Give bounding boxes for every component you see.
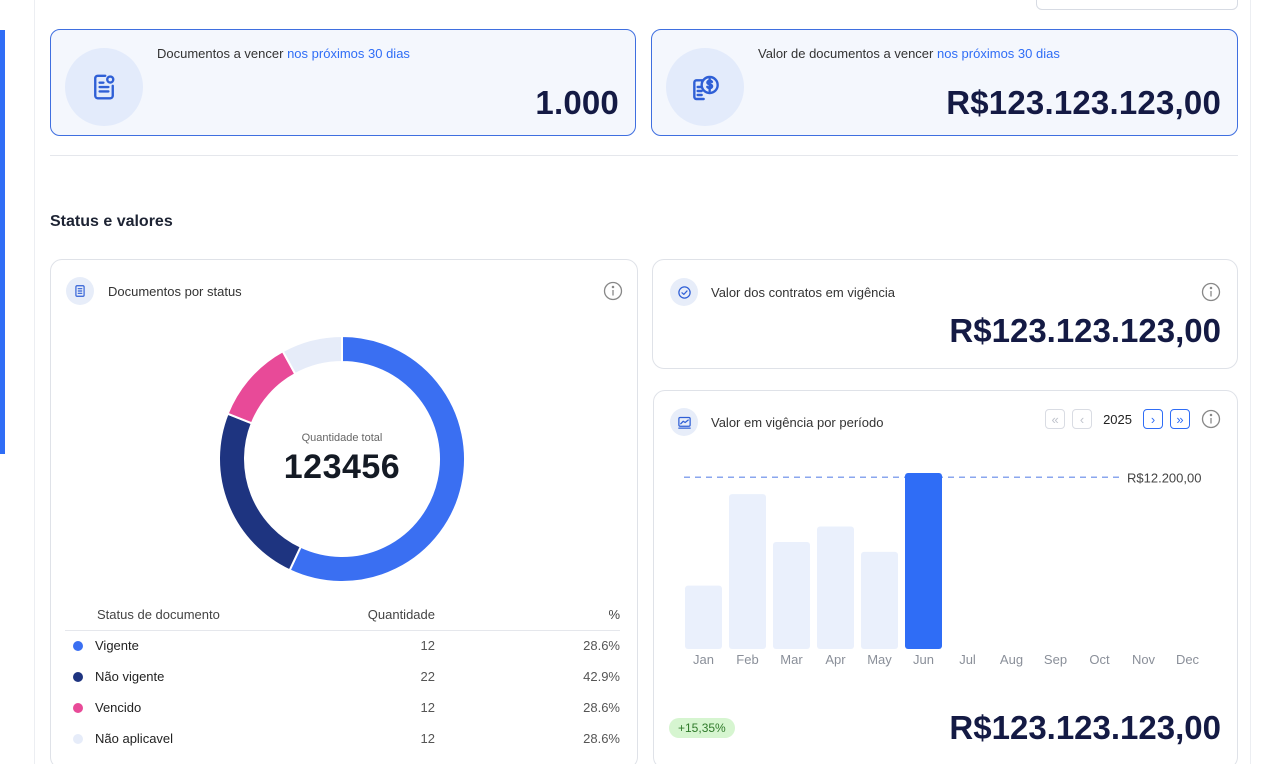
table-row: Não aplicavel 12 28.6% xyxy=(65,723,620,754)
x-tick-label: Dec xyxy=(1176,652,1200,667)
reference-line-label: R$12.200,00 xyxy=(1127,470,1201,485)
x-tick-label: Jun xyxy=(913,652,934,667)
status-label: Vigente xyxy=(95,638,139,654)
percent-cell: 42.9% xyxy=(583,669,620,684)
kpi-label: Documentos a vencer nos próximos 30 dias xyxy=(157,46,410,61)
x-tick-label: Nov xyxy=(1132,652,1156,667)
kpi-icon-circle xyxy=(65,48,143,126)
sidebar-accent-bar xyxy=(0,30,5,454)
status-table-body: Vigente 12 28.6% Não vigente 22 42.9% Vencido 1… xyxy=(65,630,620,754)
table-row: Vencido 12 28.6% xyxy=(65,692,620,723)
contracts-value-card: Valor dos contratos em vigência R$123.12… xyxy=(652,259,1238,369)
kpi-label-highlight: nos próximos 30 dias xyxy=(287,46,410,61)
quantity-cell: 12 xyxy=(420,731,435,746)
status-donut-chart: Quantidade total 123456 xyxy=(217,334,467,584)
document-icon xyxy=(94,74,115,100)
status-label: Não vigente xyxy=(95,669,165,684)
card-title: Documentos por status xyxy=(108,284,242,299)
percent-cell: 28.6% xyxy=(583,638,620,654)
percent-cell: 28.6% xyxy=(583,731,620,746)
table-row: Não vigente 22 42.9% xyxy=(65,661,620,692)
status-cell: Não aplicavel xyxy=(65,723,295,754)
info-icon[interactable] xyxy=(1201,282,1221,302)
percent-cell: 28.6% xyxy=(583,700,620,715)
period-bar-chart: R$12.200,00 Jan Feb Mar Apr May Jun Jul Aug Sep Oc… xyxy=(684,470,1201,667)
card-title: Valor dos contratos em vigência xyxy=(711,285,896,300)
donut-caption: Quantidade total xyxy=(301,431,383,444)
status-color-dot xyxy=(73,641,83,652)
status-cell: Vigente xyxy=(65,630,295,661)
header-percent: % xyxy=(435,600,620,631)
clipboard-list-icon xyxy=(75,285,85,297)
section-title: Status e valores xyxy=(50,213,173,230)
status-label: Não aplicavel xyxy=(95,731,174,746)
kpi-value-due: Valor de documentos a vencer nos próximo… xyxy=(651,29,1238,136)
x-tick-label: Jul xyxy=(959,652,976,667)
x-tick-label: May xyxy=(867,652,892,667)
bar-mar[interactable] xyxy=(773,542,810,649)
donut-total-value: 123456 xyxy=(283,447,401,486)
table-row: Vigente 12 28.6% xyxy=(65,630,620,661)
bar-jun[interactable] xyxy=(905,473,942,649)
documents-by-status-card: Documentos por status Quantidade total 1… xyxy=(50,259,638,764)
contracts-value: R$123.123.123,00 xyxy=(949,312,1221,349)
section-divider xyxy=(50,155,1238,156)
status-label: Vencido xyxy=(95,700,142,715)
x-tick-label: Aug xyxy=(1000,652,1023,667)
bar-may[interactable] xyxy=(861,551,898,649)
right-divider xyxy=(1250,0,1251,764)
status-color-dot xyxy=(73,703,83,713)
status-cell: Não vigente xyxy=(65,661,295,692)
kpi-label-highlight: nos próximos 30 dias xyxy=(936,46,1060,61)
kpi-value: 1.000 xyxy=(535,84,619,121)
x-tick-label: Mar xyxy=(780,652,803,667)
kpi-documents-due: Documentos a vencer nos próximos 30 dias… xyxy=(50,29,636,136)
status-table: Status de documento Quantidade % Vigente… xyxy=(65,600,620,754)
dashboard-page: Documentos a vencer nos próximos 30 dias… xyxy=(0,0,1274,764)
kpi-value: R$123.123.123,00 xyxy=(946,84,1221,121)
money-document-icon xyxy=(693,75,719,101)
card-icon-circle xyxy=(66,277,94,305)
quantity-cell: 22 xyxy=(420,669,435,684)
bar-feb[interactable] xyxy=(729,494,766,649)
x-tick-label: Sep xyxy=(1044,652,1067,667)
status-color-dot xyxy=(73,672,83,682)
x-tick-label: Jan xyxy=(693,652,714,667)
top-filter-field[interactable] xyxy=(1036,0,1238,10)
info-icon[interactable] xyxy=(603,281,623,301)
bar-apr[interactable] xyxy=(817,526,854,649)
status-color-dot xyxy=(73,734,83,744)
x-tick-label: Oct xyxy=(1089,652,1110,667)
card-icon-circle xyxy=(670,278,698,306)
quantity-cell: 12 xyxy=(420,700,435,715)
kpi-label: Valor de documentos a vencer nos próximo… xyxy=(758,46,1060,61)
bar-jan[interactable] xyxy=(685,585,722,649)
check-circle-icon xyxy=(677,285,691,299)
left-divider xyxy=(34,0,35,764)
growth-badge: +15,35% xyxy=(669,718,735,738)
header-quantity: Quantidade xyxy=(295,600,435,631)
header-status: Status de documento xyxy=(65,600,295,631)
status-table-header: Status de documento Quantidade % xyxy=(65,600,620,631)
x-tick-label: Feb xyxy=(736,652,758,667)
x-tick-label: Apr xyxy=(825,652,846,667)
donut-center: Quantidade total 123456 xyxy=(217,334,467,584)
period-total-value: R$123.123.123,00 xyxy=(949,709,1221,746)
status-cell: Vencido xyxy=(65,692,295,723)
kpi-icon-circle xyxy=(666,48,744,126)
quantity-cell: 12 xyxy=(420,638,435,654)
value-by-period-card: Valor em vigência por período « ‹ 2025 ›… xyxy=(653,390,1238,764)
